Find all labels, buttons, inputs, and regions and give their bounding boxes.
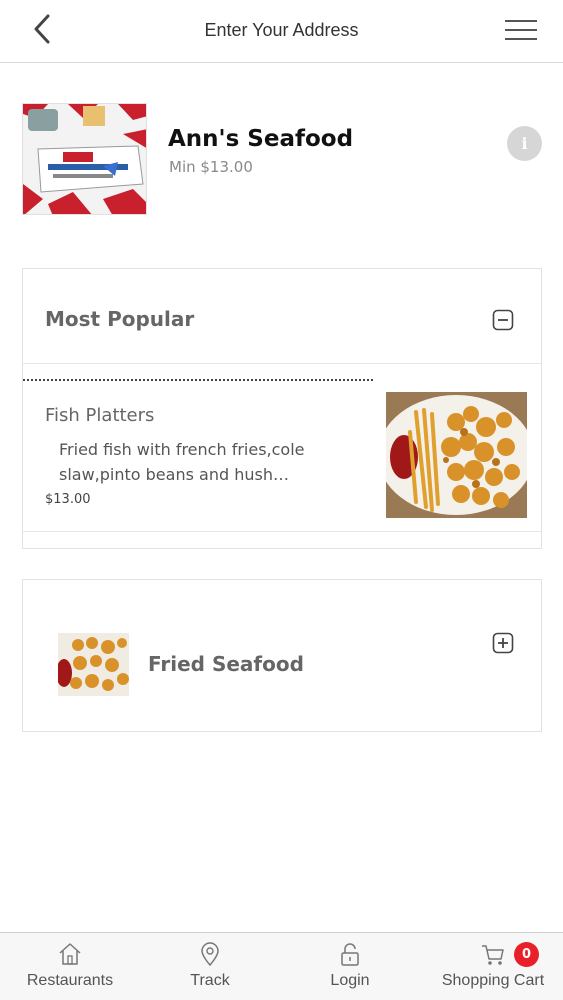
restaurant-min-order: Min $13.00 [169,158,253,176]
divider [23,531,541,532]
category-title: Fried Seafood [148,652,304,676]
menu-item-description: Fried fish with french fries,cole slaw,p… [59,440,305,484]
bottom-nav: Restaurants Track Login 0 Shopping Cart [0,932,563,1000]
info-button[interactable]: i [507,126,542,161]
menu-bar [505,38,537,40]
nav-shopping-cart[interactable]: 0 Shopping Cart [430,933,556,1000]
menu-button[interactable] [505,20,537,40]
category-fried-seafood[interactable]: Fried Seafood [22,579,542,732]
expand-icon[interactable] [492,632,514,654]
restaurant-photo [22,103,147,215]
menu-item-price: $13.00 [45,492,91,507]
app-header: Enter Your Address [0,0,563,63]
cart-count-badge: 0 [514,942,539,967]
menu-item-name[interactable]: Fish Platters [45,405,154,426]
menu-bar [505,20,537,22]
restaurant-name: Ann's Seafood [168,126,354,152]
menu-bar [505,29,537,31]
address-title[interactable]: Enter Your Address [0,20,563,41]
nav-restaurants[interactable]: Restaurants [10,933,130,1000]
menu-item-photo[interactable] [386,392,527,518]
nav-label: Shopping Cart [441,972,545,989]
category-title: Most Popular [45,307,195,331]
location-pin-icon [201,942,219,967]
category-most-popular: Most Popular Fish Platters Fried fish wi… [22,268,542,549]
collapse-icon[interactable] [492,309,514,331]
nav-label: Track [190,972,230,989]
category-header[interactable]: Most Popular [23,269,541,364]
nav-login[interactable]: Login [300,933,400,1000]
info-icon: i [521,134,528,153]
divider [23,379,373,381]
nav-track[interactable]: Track [160,933,260,1000]
home-icon [59,943,81,965]
nav-label: Login [330,972,370,989]
unlock-icon [341,943,359,966]
category-photo [58,633,129,696]
cart-icon [482,945,504,965]
nav-label: Restaurants [26,972,114,989]
